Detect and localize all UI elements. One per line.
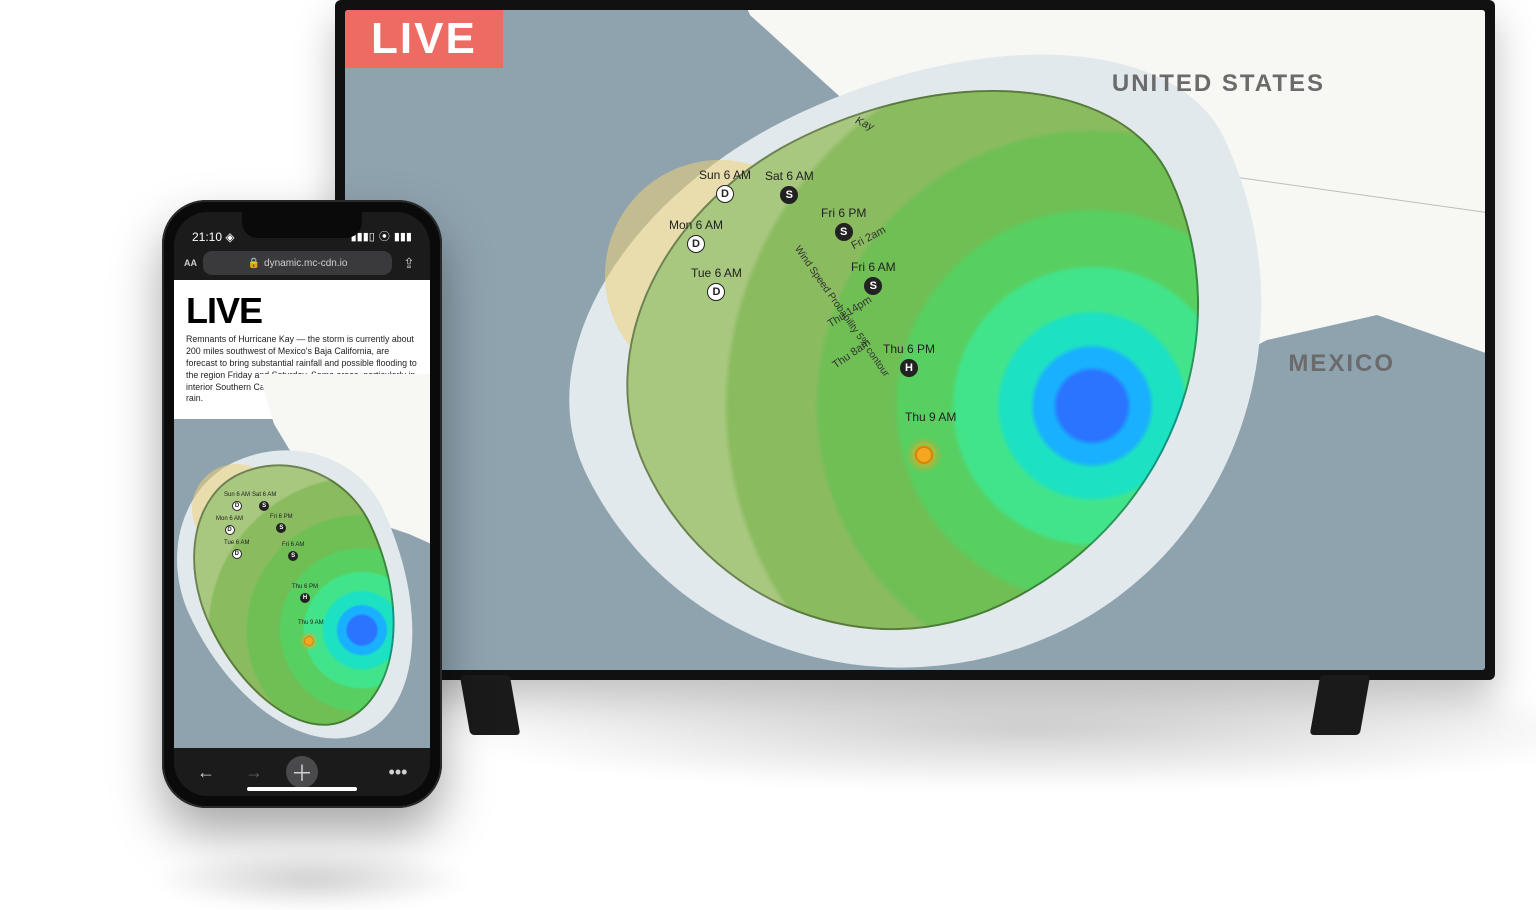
storm-current-position-icon [304, 636, 314, 646]
track-point: Fri 6 AM S [282, 542, 304, 561]
track-point: Sat 6 AM S [252, 492, 276, 511]
share-button[interactable]: ⇪ [398, 252, 420, 274]
track-point: Sun 6 AM D [699, 168, 751, 203]
track-point-marker-icon: D [707, 283, 725, 301]
track-point: Sat 6 AM S [765, 169, 814, 204]
status-time: 21:10 ◈ [192, 230, 235, 244]
track-point-label: Thu 9 AM [298, 620, 324, 626]
lock-icon: 🔒 [248, 258, 260, 269]
phone-frame: 21:10 ◈ ▮▮▮▯ ⦿ ▮▮▮ AA 🔒 dynamic.mc-cdn.i… [162, 200, 442, 808]
live-badge: LIVE [345, 10, 503, 68]
track-point-marker-icon: D [225, 525, 235, 535]
track-point: Tue 6 AM D [691, 266, 742, 301]
storm-current-position-icon [915, 446, 933, 464]
arrow-right-icon: → [245, 762, 263, 783]
track-point-label: Tue 6 AM [691, 266, 742, 280]
more-button[interactable]: ••• [382, 756, 414, 788]
track-point-label: Sun 6 AM [699, 168, 751, 182]
track-point-label: Thu 6 PM [883, 342, 935, 356]
track-point-label: Thu 9 AM [905, 410, 956, 424]
text-size-button[interactable]: AA [184, 258, 197, 268]
track-point: Mon 6 AM D [669, 218, 723, 253]
home-indicator[interactable] [247, 787, 357, 791]
track-point-marker-icon: D [716, 185, 734, 203]
track-point-marker-icon: H [900, 359, 918, 377]
track-point-label: Mon 6 AM [669, 218, 723, 232]
track-point-marker-icon: D [232, 549, 242, 559]
map-label-usa: UNITED STATES [1112, 70, 1325, 98]
new-tab-button[interactable]: ＋ [286, 756, 318, 788]
map-label-mexico: MEXICO [1288, 350, 1395, 378]
track-point: Fri 6 AM S [851, 260, 896, 295]
track-point-current: Thu 9 AM [298, 620, 324, 627]
track-point-label: Fri 6 PM [270, 514, 293, 520]
track-point: Thu 6 PM H [883, 342, 935, 377]
track-point-marker-icon: S [864, 277, 882, 295]
track-point-marker-icon: S [288, 551, 298, 561]
webview[interactable]: LIVE Remnants of Hurricane Kay — the sto… [174, 280, 430, 748]
track-point-marker-icon: S [780, 186, 798, 204]
phone-map-area: Thu 9 AMThu 6 PMHFri 6 AMSFri 6 PMSSat 6… [174, 404, 430, 748]
plus-icon: ＋ [291, 756, 313, 788]
track-point-label: Tue 6 AM [224, 540, 249, 546]
track-point: Thu 6 PM H [292, 584, 318, 603]
tv-stand [460, 675, 521, 735]
back-button[interactable]: ← [190, 756, 222, 788]
track-point-marker-icon: S [276, 523, 286, 533]
more-icon: ••• [389, 762, 408, 783]
track-point-label: Fri 6 PM [821, 206, 866, 220]
card-title: LIVE [186, 290, 418, 332]
track-point-label: Mon 6 AM [216, 516, 243, 522]
phone-screen: 21:10 ◈ ▮▮▮▯ ⦿ ▮▮▮ AA 🔒 dynamic.mc-cdn.i… [174, 212, 430, 796]
tv-ground-shadow [430, 670, 1536, 790]
wifi-icon: ⦿ [379, 228, 390, 244]
track-point: Sun 6 AM D [224, 492, 250, 511]
track-point-marker-icon: S [259, 501, 269, 511]
track-point-label: Sat 6 AM [252, 492, 276, 498]
location-icon: ◈ [225, 230, 234, 244]
phone-ground-shadow [150, 850, 470, 910]
address-bar[interactable]: 🔒 dynamic.mc-cdn.io [203, 251, 392, 275]
track-point: Mon 6 AM D [216, 516, 243, 535]
phone-notch [242, 212, 362, 238]
track-point-label: Fri 6 AM [851, 260, 896, 274]
track-point-label: Fri 6 AM [282, 542, 304, 548]
track-point: Fri 6 PM S [270, 514, 293, 533]
arrow-left-icon: ← [197, 762, 215, 783]
track-point-label: Sat 6 AM [765, 169, 814, 183]
track-point: Tue 6 AM D [224, 540, 249, 559]
tv-screen: LIVE UNITED STATES MEXICO Kay Wind Speed… [345, 10, 1485, 670]
track-point-label: Sun 6 AM [224, 492, 250, 498]
track-point: Fri 6 PM S [821, 206, 866, 241]
track-point-current: Thu 9 AM [905, 410, 956, 425]
track-point-marker-icon: H [300, 593, 310, 603]
tv-stand [1310, 675, 1371, 735]
track-point-marker-icon: D [232, 501, 242, 511]
track-point-label: Thu 6 PM [292, 584, 318, 590]
battery-icon: ▮▮▮ [394, 230, 412, 243]
track-point-marker-icon: S [835, 223, 853, 241]
share-icon: ⇪ [403, 255, 415, 272]
track-point-marker-icon: D [687, 235, 705, 253]
tv-frame: LIVE UNITED STATES MEXICO Kay Wind Speed… [335, 0, 1495, 680]
forward-button[interactable]: → [238, 756, 270, 788]
browser-toolbar: AA 🔒 dynamic.mc-cdn.io ⇪ [174, 246, 430, 280]
url-host: dynamic.mc-cdn.io [264, 258, 347, 269]
